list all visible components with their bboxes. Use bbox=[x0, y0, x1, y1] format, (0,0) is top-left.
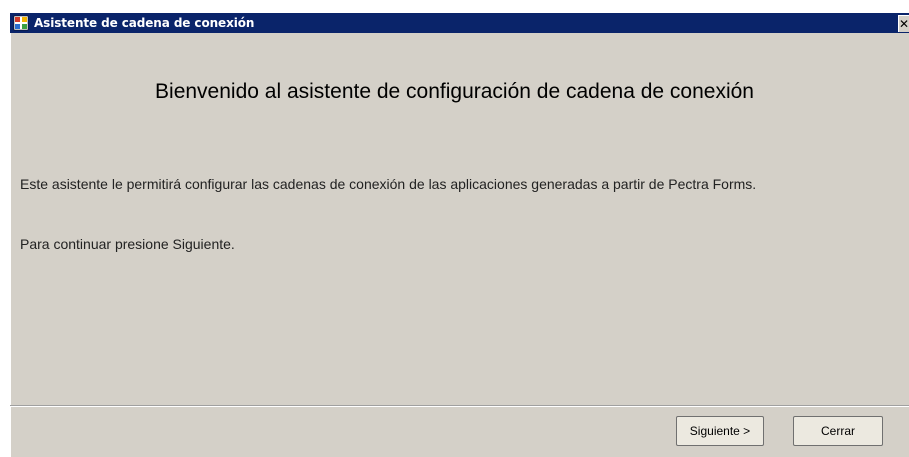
window-title: Asistente de cadena de conexión bbox=[34, 16, 255, 30]
app-window-icon bbox=[13, 15, 29, 31]
instruction-text: Para continuar presione Siguiente. bbox=[20, 236, 235, 252]
welcome-heading: Bienvenido al asistente de configuración… bbox=[155, 80, 754, 103]
close-window-button[interactable]: ✕ bbox=[898, 15, 909, 32]
close-icon: ✕ bbox=[899, 17, 909, 31]
next-button[interactable]: Siguiente > bbox=[676, 416, 764, 446]
footer-separator bbox=[10, 405, 909, 407]
description-text: Este asistente le permitirá configurar l… bbox=[20, 176, 757, 192]
close-button[interactable]: Cerrar bbox=[793, 416, 883, 446]
title-bar[interactable]: Asistente de cadena de conexión ✕ bbox=[10, 13, 909, 33]
